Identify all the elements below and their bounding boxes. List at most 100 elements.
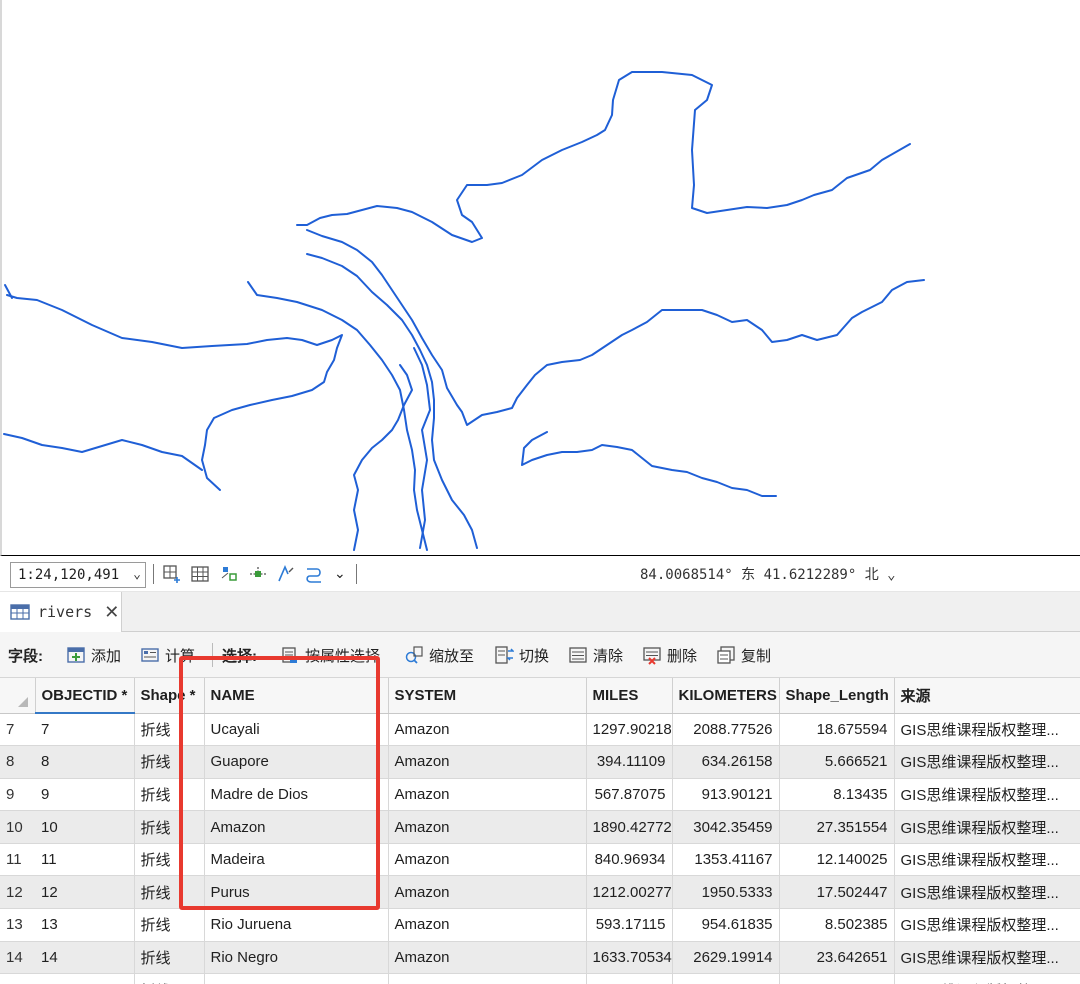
cell-kilometers[interactable]: 3042.35459 xyxy=(672,810,780,844)
cursor-coordinates[interactable]: 84.0068514° 东 41.6212289° 北 ⌄ xyxy=(640,564,896,584)
cell-shape-length[interactable]: 17.502447 xyxy=(779,875,895,910)
chevron-down-icon[interactable]: ⌄ xyxy=(133,567,141,582)
table-row[interactable]: 7 7 折线 Ucayali Amazon 1297.90218 2088.77526 18.… xyxy=(0,713,1080,747)
row-number[interactable]: 11 xyxy=(0,843,35,877)
cell-system[interactable] xyxy=(388,973,587,984)
cell-miles[interactable]: 1890.42772 xyxy=(586,810,673,844)
zoom-to-button[interactable]: 缩放至 xyxy=(404,644,474,666)
cell-name[interactable]: Guapore xyxy=(204,745,389,779)
cell-shape[interactable]: 折线 xyxy=(134,713,205,747)
cell-shape[interactable]: 折线 xyxy=(134,908,205,942)
cell-shape-length[interactable]: 23.642651 xyxy=(779,941,895,975)
cell-shape[interactable]: 折线 xyxy=(134,973,205,984)
cell-shape-length[interactable]: 18.675594 xyxy=(779,713,895,747)
cell-kilometers[interactable]: 954.61835 xyxy=(672,908,780,942)
table-row[interactable]: 11 11 折线 Madeira Amazon 840.96934 1353.41167 12… xyxy=(0,843,1080,877)
cell-source[interactable]: GIS思维课程版权整理... xyxy=(894,778,1080,812)
row-number[interactable]: 7 xyxy=(0,713,35,747)
column-header-shape[interactable]: Shape * xyxy=(134,678,205,714)
row-number[interactable]: 13 xyxy=(0,908,35,942)
cell-shape[interactable]: 折线 xyxy=(134,843,205,877)
column-header-kilometers[interactable]: KILOMETERS xyxy=(672,678,780,714)
cell-objectid[interactable]: 9 xyxy=(35,778,135,812)
table-row[interactable]: 8 8 折线 Guapore Amazon 394.11109 634.26158 5.666… xyxy=(0,745,1080,779)
cell-shape[interactable]: 折线 xyxy=(134,778,205,812)
cell-miles[interactable]: 840.96934 xyxy=(586,843,673,877)
cell-miles[interactable]: 593.17115 xyxy=(586,908,673,942)
cell-shape[interactable]: 折线 xyxy=(134,941,205,975)
cell-system[interactable]: Amazon xyxy=(388,843,587,877)
constraint-icon[interactable] xyxy=(248,564,268,584)
chevron-down-icon[interactable]: ⌄ xyxy=(334,565,354,585)
row-number[interactable] xyxy=(0,973,35,984)
column-header-source[interactable]: 来源 xyxy=(894,678,1080,714)
cell-name[interactable]: Purus xyxy=(204,875,389,910)
cell-shape-length[interactable] xyxy=(779,973,895,984)
cell-miles[interactable]: 1633.70534 xyxy=(586,941,673,975)
table-grid-icon[interactable] xyxy=(190,564,210,584)
snapping-icon[interactable] xyxy=(220,564,240,584)
row-number[interactable]: 12 xyxy=(0,875,35,910)
cell-kilometers[interactable]: 1950.5333 xyxy=(672,875,780,910)
cell-kilometers[interactable]: 2088.77526 xyxy=(672,713,780,747)
cell-system[interactable]: Amazon xyxy=(388,713,587,747)
cell-name[interactable]: Ucayali xyxy=(204,713,389,747)
table-row[interactable]: 13 13 折线 Rio Juruena Amazon 593.17115 954.6183… xyxy=(0,908,1080,942)
cell-kilometers[interactable]: 634.26158 xyxy=(672,745,780,779)
cell-system[interactable]: Amazon xyxy=(388,875,587,910)
table-row[interactable]: 10 10 折线 Amazon Amazon 1890.42772 3042.35459 27… xyxy=(0,810,1080,844)
cell-kilometers[interactable]: 2629.19914 xyxy=(672,941,780,975)
add-field-button[interactable]: 添加 xyxy=(66,644,121,666)
cell-name[interactable] xyxy=(204,973,389,984)
cell-kilometers[interactable]: 1353.41167 xyxy=(672,843,780,877)
switch-selection-button[interactable]: 切换 xyxy=(494,644,549,666)
select-all-corner[interactable] xyxy=(0,678,36,714)
cell-name[interactable]: Madeira xyxy=(204,843,389,877)
cell-source[interactable]: GIS思维课程版权整理... xyxy=(894,875,1080,910)
cell-miles[interactable]: 1297.90218 xyxy=(586,713,673,747)
cell-miles[interactable] xyxy=(586,973,673,984)
cell-shape-length[interactable]: 8.502385 xyxy=(779,908,895,942)
cell-name[interactable]: Rio Negro xyxy=(204,941,389,975)
row-number[interactable]: 9 xyxy=(0,778,35,812)
clear-selection-button[interactable]: 清除 xyxy=(568,644,623,666)
cell-system[interactable]: Amazon xyxy=(388,810,587,844)
select-by-attributes-button[interactable]: 按属性选择 xyxy=(280,644,380,666)
cell-objectid[interactable]: 7 xyxy=(35,713,135,747)
column-header-shape-length[interactable]: Shape_Length xyxy=(779,678,895,714)
row-number[interactable]: 10 xyxy=(0,810,35,844)
tab-rivers[interactable]: rivers ✕ xyxy=(0,592,122,632)
cell-source[interactable]: GIS思维课程版权整理... xyxy=(894,941,1080,975)
row-number[interactable]: 8 xyxy=(0,745,35,779)
table-row[interactable]: 14 14 折线 Rio Negro Amazon 1633.70534 2629.1991… xyxy=(0,941,1080,975)
column-header-system[interactable]: SYSTEM xyxy=(388,678,587,714)
table-row[interactable]: 折线 GIS思维课程版权整理... xyxy=(0,973,1080,984)
cell-system[interactable]: Amazon xyxy=(388,908,587,942)
cell-shape-length[interactable]: 12.140025 xyxy=(779,843,895,877)
column-header-objectid[interactable]: OBJECTID * xyxy=(35,678,135,714)
cell-system[interactable]: Amazon xyxy=(388,745,587,779)
cell-objectid[interactable]: 10 xyxy=(35,810,135,844)
delete-selection-button[interactable]: 删除 xyxy=(642,644,697,666)
cell-source[interactable]: GIS思维课程版权整理... xyxy=(894,973,1080,984)
cell-source[interactable]: GIS思维课程版权整理... xyxy=(894,810,1080,844)
cell-kilometers[interactable] xyxy=(672,973,780,984)
cell-objectid[interactable]: 14 xyxy=(35,941,135,975)
column-header-miles[interactable]: MILES xyxy=(586,678,673,714)
cell-shape[interactable]: 折线 xyxy=(134,875,205,910)
cell-objectid[interactable]: 11 xyxy=(35,843,135,877)
cell-system[interactable]: Amazon xyxy=(388,778,587,812)
cell-source[interactable]: GIS思维课程版权整理... xyxy=(894,745,1080,779)
copy-selection-button[interactable]: 复制 xyxy=(716,644,771,666)
cell-shape-length[interactable]: 8.13435 xyxy=(779,778,895,812)
cell-system[interactable]: Amazon xyxy=(388,941,587,975)
column-header-name[interactable]: NAME xyxy=(204,678,389,714)
cell-name[interactable]: Rio Juruena xyxy=(204,908,389,942)
cell-objectid[interactable] xyxy=(35,973,135,984)
cell-shape-length[interactable]: 5.666521 xyxy=(779,745,895,779)
cell-objectid[interactable]: 13 xyxy=(35,908,135,942)
map-view[interactable] xyxy=(0,0,1080,556)
cell-name[interactable]: Madre de Dios xyxy=(204,778,389,812)
table-row[interactable]: 9 9 折线 Madre de Dios Amazon 567.87075 913.9012… xyxy=(0,778,1080,812)
correction-icon[interactable] xyxy=(276,564,296,584)
